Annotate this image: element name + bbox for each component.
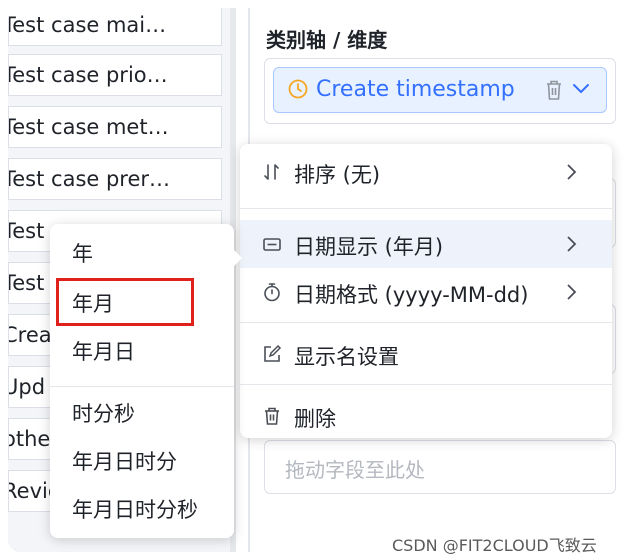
submenu-option-datetime-minute[interactable]: 年月日时分: [72, 446, 177, 476]
edit-icon: [264, 344, 282, 362]
menu-item-display-name[interactable]: 显示名设置: [240, 330, 612, 378]
dimension-drop-zone[interactable]: Create timestamp: [264, 58, 616, 124]
submenu-caret: [234, 250, 242, 266]
stopwatch-icon: [264, 283, 280, 302]
field-item-label: Test: [9, 271, 45, 295]
chevron-right-icon: [567, 164, 577, 180]
trash-icon: [265, 407, 279, 425]
field-item-label: Test case met…: [8, 115, 169, 139]
field-item[interactable]: Test case met…: [8, 106, 222, 148]
menu-divider: [240, 208, 612, 209]
dimension-chip-label: Create timestamp: [316, 77, 515, 102]
submenu-option-time[interactable]: 时分秒: [72, 398, 135, 428]
menu-item-delete[interactable]: 删除: [240, 392, 612, 440]
drop-placeholder: 拖动字段至此处: [285, 458, 425, 482]
field-item-label: othe: [9, 427, 51, 451]
sort-icon: [264, 164, 279, 180]
calendar-display-icon: [263, 238, 281, 251]
field-item-label: Test case prio…: [8, 63, 168, 87]
menu-item-label: 显示名设置: [294, 345, 399, 369]
menu-item-date-format[interactable]: 日期格式 (yyyy-MM-dd): [240, 268, 612, 316]
menu-item-date-display[interactable]: 日期显示 (年月): [240, 220, 612, 268]
submenu-option-year[interactable]: 年: [72, 238, 93, 268]
field-item-label: Test case prer…: [8, 167, 171, 191]
watermark: CSDN @FIT2CLOUD飞致云: [392, 536, 597, 555]
field-item-label: Upd: [9, 375, 46, 399]
field-item-label: Test case mai…: [8, 13, 167, 37]
field-item-label: Test: [9, 219, 45, 243]
submenu-option-year-month-day[interactable]: 年月日: [72, 336, 135, 366]
app-frame: Test case mai… Test case prio… Test case…: [8, 8, 628, 552]
menu-item-sort[interactable]: 排序 (无): [240, 148, 612, 196]
chevron-right-icon: [567, 284, 577, 300]
date-display-submenu: 年 年月 年月日 时分秒 年月日时分 年月日时分秒: [50, 224, 242, 538]
field-item[interactable]: Test case mai…: [8, 8, 222, 46]
field-item-label: Crea: [9, 323, 52, 347]
menu-item-label: 日期显示 (年月): [294, 235, 444, 259]
selected-option-highlight: [56, 278, 194, 326]
dimension-context-menu: 排序 (无) 日期显示 (年月) 日期格式 (yyyy-MM-dd) 显示名设置…: [240, 144, 612, 438]
submenu-divider: [50, 386, 234, 387]
chevron-down-icon[interactable]: [572, 83, 590, 95]
menu-item-label: 日期格式 (yyyy-MM-dd): [294, 283, 529, 307]
field-item[interactable]: Test case prer…: [8, 158, 222, 200]
submenu-option-datetime-second[interactable]: 年月日时分秒: [72, 494, 198, 524]
menu-item-label: 排序 (无): [294, 163, 381, 187]
menu-divider: [240, 322, 612, 323]
trash-icon[interactable]: [544, 79, 564, 101]
axis-section-title: 类别轴 / 维度: [266, 28, 388, 52]
dimension-chip[interactable]: Create timestamp: [273, 67, 607, 113]
field-item[interactable]: Test case prio…: [8, 54, 222, 96]
field-drop-zone[interactable]: 拖动字段至此处: [264, 440, 616, 494]
chevron-right-icon: [567, 236, 577, 252]
clock-icon: [288, 79, 308, 99]
menu-item-label: 删除: [294, 407, 336, 431]
menu-divider: [240, 384, 612, 385]
